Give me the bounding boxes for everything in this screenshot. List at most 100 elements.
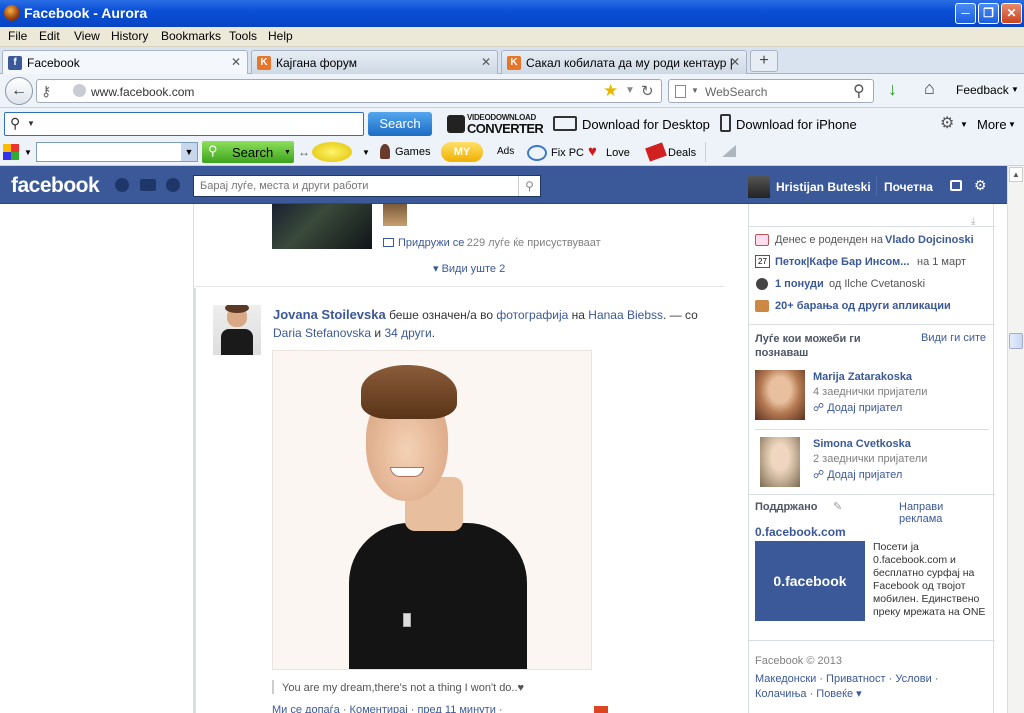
post-author-avatar[interactable]: [213, 305, 261, 355]
more-button[interactable]: More: [977, 117, 1007, 132]
event-link[interactable]: Петок|Кафе Бар Инсом...: [775, 256, 909, 268]
search-engine-icon[interactable]: [675, 85, 686, 98]
facebook-search-input[interactable]: [194, 176, 516, 196]
dropdown-arrow-icon[interactable]: ▼: [625, 85, 635, 96]
engine-dropdown-icon[interactable]: ▼: [691, 86, 699, 95]
footer-links-more[interactable]: Колачиња · Повеќе ▾: [755, 687, 862, 700]
offers-link[interactable]: 1 понуди: [775, 278, 824, 290]
feedback-dropdown-icon[interactable]: ▼: [1011, 85, 1019, 94]
toolbar2-search-button[interactable]: ⚲ Search ▼: [202, 141, 294, 163]
user-name-link[interactable]: Hristijan Buteski: [776, 180, 871, 194]
post-author-link[interactable]: Jovana Stoilevska: [273, 307, 386, 322]
tools-dropdown-icon[interactable]: ▼: [960, 120, 968, 129]
toolbar-search-button[interactable]: Search: [368, 112, 432, 136]
add-friend-button[interactable]: ☍ Додај пријател: [813, 468, 902, 481]
create-ad-link[interactable]: Направи реклама: [899, 501, 989, 525]
search-icon[interactable]: ⚲: [518, 176, 540, 196]
search-icon[interactable]: ⚲: [853, 81, 865, 101]
deals-button[interactable]: Deals: [668, 147, 696, 159]
menu-file[interactable]: File: [8, 29, 27, 43]
event-photo[interactable]: [272, 204, 372, 249]
back-button[interactable]: ←: [5, 77, 33, 105]
footer-links[interactable]: Македонски · Приватност · Услови ·: [755, 673, 939, 685]
ad-image[interactable]: 0.facebook: [755, 541, 865, 621]
tools-icon[interactable]: ⚙: [940, 113, 954, 133]
others-link[interactable]: 34 други: [384, 326, 431, 340]
tab-kajgana-forum[interactable]: K Кајгана форум ✕: [251, 50, 498, 74]
toolbar-logo-icon[interactable]: [3, 144, 19, 160]
app-requests-link[interactable]: 20+ барања од други апликации: [775, 300, 951, 312]
pymk-see-all-link[interactable]: Види ги сите: [921, 332, 986, 344]
download-desktop-button[interactable]: Download for Desktop: [582, 117, 710, 132]
privacy-shortcuts-icon[interactable]: [950, 180, 962, 191]
menu-help[interactable]: Help: [268, 29, 293, 43]
person-name-link[interactable]: Simona Cvetkoska: [813, 438, 911, 450]
close-button[interactable]: ✕: [1001, 3, 1022, 24]
minimize-button[interactable]: ─: [955, 3, 976, 24]
menu-edit[interactable]: Edit: [39, 29, 60, 43]
toolbar2-search-input[interactable]: ▼: [36, 142, 198, 162]
user-avatar[interactable]: [748, 176, 770, 198]
tab-close-icon[interactable]: ✕: [481, 55, 491, 69]
attendee-avatar[interactable]: [383, 204, 407, 226]
tab-kajgana-thread[interactable]: K Сакал кобилата да му роди кентаур | ..…: [501, 50, 747, 74]
download-iphone-button[interactable]: Download for iPhone: [736, 117, 857, 132]
menu-bookmarks[interactable]: Bookmarks: [161, 29, 221, 43]
my-button[interactable]: MY: [441, 142, 483, 162]
photo-owner-link[interactable]: Hanaa Biebss: [588, 308, 663, 322]
home-icon[interactable]: ⌂: [924, 78, 935, 99]
event-join-link[interactable]: Придружи се: [398, 237, 464, 249]
scroll-thumb[interactable]: [1009, 333, 1023, 349]
facebook-search[interactable]: ⚲: [193, 175, 541, 197]
person-avatar[interactable]: [760, 437, 800, 487]
tab-close-icon[interactable]: ✕: [231, 55, 241, 69]
smiley-mascot-icon[interactable]: [312, 142, 352, 162]
search-dropdown-icon[interactable]: ▼: [27, 119, 35, 128]
ad-title-link[interactable]: 0.facebook.com: [755, 525, 846, 539]
reload-icon[interactable]: ↻: [641, 82, 654, 100]
home-link[interactable]: Почетна: [884, 180, 933, 194]
tab-facebook[interactable]: f Facebook ✕: [2, 50, 248, 74]
video-download-converter-logo[interactable]: VIDEODOWNLOAD CONVERTER: [447, 113, 544, 136]
person-name-link[interactable]: Marija Zatarakoska: [813, 371, 912, 383]
see-more-link[interactable]: ▾ Види уште 2: [433, 262, 505, 275]
logo-dropdown-icon[interactable]: ▼: [24, 148, 32, 157]
add-friend-button[interactable]: ☍ Додај пријател: [813, 401, 902, 414]
mascot-dropdown-icon[interactable]: ▼: [362, 148, 370, 157]
love-button[interactable]: Love: [606, 147, 630, 159]
bookmark-star-icon[interactable]: ★: [603, 81, 618, 101]
menu-history[interactable]: History: [111, 29, 148, 43]
menu-bar: File Edit View History Bookmarks Tools H…: [0, 27, 1024, 47]
messages-icon[interactable]: [140, 179, 156, 191]
photo-link[interactable]: фотографија: [496, 308, 568, 322]
settings-gear-icon[interactable]: ⚙: [974, 177, 987, 194]
post-actions[interactable]: Ми се допаѓа · Коментирај · пред 11 мину…: [272, 704, 503, 713]
aurora-logo-icon: [4, 5, 20, 21]
new-tab-button[interactable]: +: [750, 50, 778, 72]
person-avatar[interactable]: [755, 370, 805, 420]
url-bar[interactable]: ⚷ www.facebook.com ★ ▼ ↻: [36, 79, 662, 103]
vertical-scrollbar[interactable]: ▲: [1007, 166, 1024, 713]
eraser-icon[interactable]: [722, 145, 736, 157]
tagged-with-link[interactable]: Daria Stefanovska: [273, 326, 371, 340]
facebook-logo[interactable]: facebook: [11, 174, 100, 198]
tab-close-icon[interactable]: ✕: [730, 55, 740, 69]
friend-requests-icon[interactable]: [115, 178, 129, 192]
more-dropdown-icon[interactable]: ▼: [1008, 120, 1016, 129]
menu-view[interactable]: View: [74, 29, 100, 43]
notifications-globe-icon[interactable]: [166, 178, 180, 192]
games-button[interactable]: Games: [395, 146, 430, 158]
maximize-button[interactable]: ❐: [978, 3, 999, 24]
feedback-button[interactable]: Feedback: [956, 83, 1009, 97]
post-photo[interactable]: [272, 350, 592, 670]
menu-tools[interactable]: Tools: [229, 29, 257, 43]
toolbar-search-input[interactable]: ⚲ ▼: [4, 112, 364, 136]
websearch-box[interactable]: ▼ WebSearch ⚲: [668, 79, 874, 103]
fixpc-button[interactable]: Fix PC: [551, 147, 584, 159]
download-arrow-icon[interactable]: ↓: [888, 79, 897, 100]
scroll-up-arrow-icon[interactable]: ▲: [1009, 167, 1023, 182]
ad-text[interactable]: Посети ја 0.facebook.com и бесплатно сур…: [873, 541, 993, 619]
combo-dropdown-icon[interactable]: ▼: [181, 143, 197, 161]
resize-handle-icon[interactable]: ↔: [298, 145, 310, 159]
birthday-person-link[interactable]: Vlado Dojcinoski: [885, 234, 974, 246]
